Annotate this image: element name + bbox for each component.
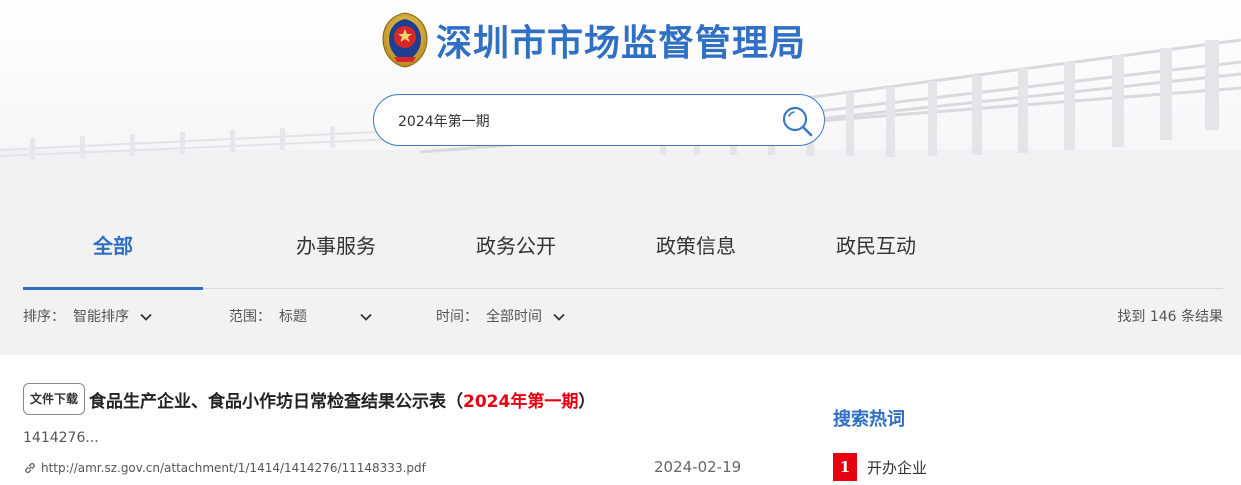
result-title-prefix: 食品生产企业、食品小作坊日常检查结果公示表（ [89,391,464,412]
tab-policy[interactable]: 政策信息 [606,205,786,289]
chevron-down-icon [140,313,152,321]
tab-services[interactable]: 办事服务 [246,205,426,289]
search-navigation: 全部 办事服务 政务公开 政策信息 政民互动 排序： 智能排序 范围： 标题 时… [0,205,1241,355]
national-emblem-icon [382,12,428,68]
tab-government-affairs[interactable]: 政务公开 [426,205,606,289]
filter-bar: 排序： 智能排序 范围： 标题 时间： 全部时间 找到 146 条结果 [23,303,1223,331]
time-label: 时间： [436,309,478,325]
search-result-item: 文件下载 食品生产企业、食品小作坊日常检查结果公示表（2024年第一期） 141… [23,382,783,476]
scope-dropdown[interactable]: 范围： 标题 [229,303,373,331]
sort-label: 排序： [23,309,65,325]
hot-word-item[interactable]: 1 开办企业 [833,453,927,481]
result-snippet: 1414276... [23,430,99,446]
result-count: 找到 146 条结果 [1117,309,1223,325]
hot-word-rank: 1 [833,453,857,481]
search-bar [373,94,825,146]
hot-search-panel: 搜索热词 1 开办企业 [833,405,1223,481]
result-url-link[interactable]: http://amr.sz.gov.cn/attachment/1/1414/1… [41,461,426,475]
tab-interaction[interactable]: 政民互动 [786,205,966,289]
time-value: 全部时间 [486,309,542,325]
result-title-highlight: 2024年第一期 [463,391,579,412]
scope-value: 标题 [279,309,307,325]
result-date: 2024-02-19 [654,458,742,476]
result-title-suffix: ） [578,391,596,412]
site-header: 深圳市市场监督管理局 [0,0,1241,205]
hot-search-title: 搜索热词 [833,409,905,430]
file-download-badge: 文件下载 [23,383,86,415]
chevron-down-icon [360,313,372,321]
site-title: 深圳市市场监督管理局 [436,23,807,64]
search-input[interactable] [398,109,768,133]
search-icon[interactable] [780,104,814,138]
result-title-link[interactable]: 食品生产企业、食品小作坊日常检查结果公示表（2024年第一期） [89,387,595,412]
site-logo[interactable]: 深圳市市场监督管理局 [380,10,806,70]
hot-word-label: 开办企业 [867,458,928,477]
time-dropdown[interactable]: 时间： 全部时间 [436,303,566,331]
sort-value: 智能排序 [73,309,129,325]
tab-all[interactable]: 全部 [23,205,203,290]
link-icon [25,462,35,474]
chevron-down-icon [553,313,565,321]
sort-dropdown[interactable]: 排序： 智能排序 [23,303,153,331]
scope-label: 范围： [229,309,271,325]
category-tabs: 全部 办事服务 政务公开 政策信息 政民互动 [23,205,1223,290]
result-title-row: 文件下载 食品生产企业、食品小作坊日常检查结果公示表（2024年第一期） [23,382,783,416]
